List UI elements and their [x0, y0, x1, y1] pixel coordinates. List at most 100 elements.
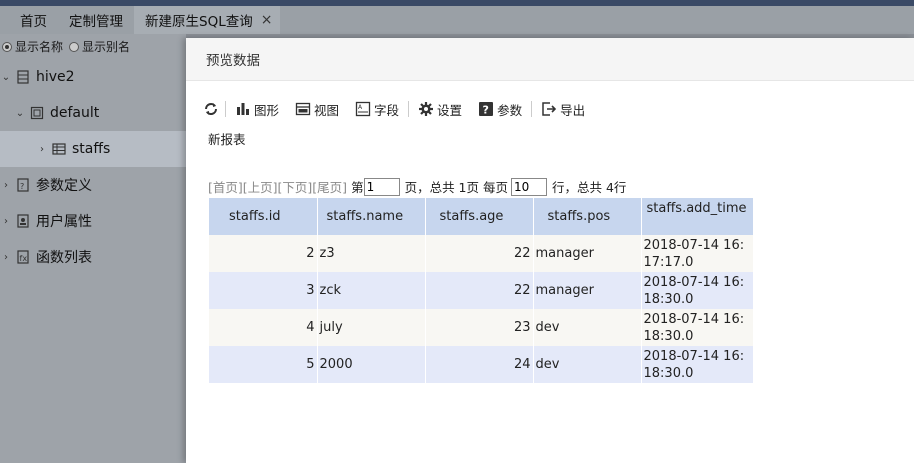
- pager-page-suffix: 页，总共 1页 每页: [404, 180, 508, 195]
- params-button[interactable]: ? 参数: [478, 100, 522, 119]
- table-cell: july: [317, 309, 426, 346]
- refresh-icon: [203, 101, 219, 117]
- tree-label: hive2: [36, 69, 75, 85]
- toolbar-separator: [225, 101, 226, 117]
- column-header[interactable]: staffs.add_time: [641, 198, 754, 235]
- pager-next-link[interactable]: [下页]: [278, 177, 313, 196]
- table-cell: 22: [425, 235, 534, 272]
- report-title: 新报表: [208, 132, 246, 147]
- bar-chart-icon: [235, 101, 251, 117]
- tree-item-user-attrs[interactable]: › 用户属性: [0, 203, 186, 239]
- tree-label: staffs: [72, 141, 111, 157]
- question-icon: ?: [478, 101, 494, 117]
- toolbar-label: 字段: [374, 102, 400, 118]
- chart-button[interactable]: 图形: [235, 100, 279, 119]
- radio-show-alias[interactable]: 显示别名: [69, 38, 130, 55]
- page-number-input[interactable]: [363, 177, 400, 196]
- table-cell: 2018-07-14 16:18:30.0: [641, 272, 754, 309]
- dialog-body: 图形 视图 A 字段 设置 ? 参数 导出 新报表 [首页] [上页] [下页] […: [197, 94, 914, 463]
- table-cell: 2018-07-14 16:18:30.0: [641, 346, 754, 383]
- table-cell: 2018-07-14 16:18:30.0: [641, 309, 754, 346]
- tree-item-functions[interactable]: › fx 函数列表: [0, 239, 186, 275]
- tab-label: 定制管理: [69, 14, 123, 30]
- chevron-down-icon[interactable]: ⌄: [14, 108, 26, 119]
- table-cell: 22: [425, 272, 534, 309]
- tab-custom-management[interactable]: 定制管理: [58, 6, 134, 34]
- svg-text:A: A: [358, 104, 363, 111]
- tree-item-hive2[interactable]: ⌄ hive2: [0, 59, 186, 95]
- export-icon: [541, 101, 557, 117]
- table-header-row: staffs.id staffs.name staffs.age staffs.…: [209, 198, 754, 235]
- table-row: 3 zck 22 manager 2018-07-14 16:18:30.0: [209, 272, 754, 309]
- toolbar-label: 设置: [437, 102, 463, 118]
- chevron-right-icon[interactable]: ›: [0, 252, 12, 263]
- radio-unchecked-icon: [69, 41, 80, 52]
- tree-label: 参数定义: [36, 178, 92, 194]
- close-icon[interactable]: ×: [261, 12, 273, 28]
- table-cell: 2: [209, 235, 318, 272]
- tab-new-sql-query[interactable]: 新建原生SQL查询 ×: [134, 6, 281, 34]
- tree-item-default[interactable]: ⌄ default: [0, 95, 186, 131]
- radio-show-name[interactable]: 显示名称: [2, 38, 63, 55]
- database-icon: [16, 70, 30, 84]
- table-cell: manager: [533, 235, 642, 272]
- fields-icon: A: [355, 101, 371, 117]
- preview-dialog: 预览数据 图形 视图 A 字段 设置 ? 参数 导出 新报表 [首页] [上页] […: [186, 38, 914, 463]
- tree-item-staffs[interactable]: › staffs: [0, 131, 186, 167]
- toolbar-separator: [408, 101, 410, 117]
- schema-icon: [30, 106, 44, 120]
- radio-label: 显示别名: [82, 40, 131, 54]
- table-cell: 5: [209, 346, 318, 383]
- table-cell: z3: [317, 235, 426, 272]
- chevron-right-icon[interactable]: ›: [0, 180, 12, 191]
- refresh-button[interactable]: [203, 101, 222, 117]
- radio-checked-icon: [2, 41, 12, 52]
- table-cell: 4: [209, 309, 318, 346]
- pager-size-suffix: 行，总共 4行: [551, 180, 627, 195]
- radio-label: 显示名称: [15, 40, 64, 54]
- chevron-down-icon[interactable]: ⌄: [0, 72, 12, 83]
- export-button[interactable]: 导出: [541, 100, 585, 119]
- table-row: 2 z3 22 manager 2018-07-14 16:17:17.0: [209, 235, 754, 272]
- chevron-right-icon[interactable]: ›: [36, 144, 48, 155]
- user-attr-icon: [16, 214, 30, 228]
- pager-last-link[interactable]: [尾页]: [312, 177, 347, 196]
- column-header[interactable]: staffs.age: [425, 198, 534, 235]
- table-cell: 23: [425, 309, 534, 346]
- table-cell: dev: [533, 309, 642, 346]
- table-icon: [52, 142, 66, 156]
- svg-text:fx: fx: [20, 254, 28, 263]
- table-cell: 2000: [317, 346, 426, 383]
- tree-item-params[interactable]: › ? 参数定义: [0, 167, 186, 203]
- toolbar: 图形 视图 A 字段 设置 ? 参数 导出: [203, 96, 601, 122]
- tree-label: 函数列表: [36, 250, 92, 266]
- fields-button[interactable]: A 字段: [355, 100, 399, 119]
- dialog-title: 预览数据: [206, 53, 260, 69]
- chevron-right-icon[interactable]: ›: [0, 216, 12, 227]
- settings-button[interactable]: 设置: [418, 100, 462, 119]
- table-cell: manager: [533, 272, 642, 309]
- table-cell: 24: [425, 346, 534, 383]
- tab-label: 新建原生SQL查询: [145, 14, 253, 30]
- param-icon: ?: [16, 178, 30, 192]
- dialog-header: 预览数据: [186, 38, 914, 81]
- tab-home[interactable]: 首页: [0, 6, 58, 34]
- toolbar-separator: [531, 101, 533, 117]
- tree-label: default: [50, 105, 100, 121]
- pager-first-link[interactable]: [首页]: [208, 177, 243, 196]
- sidebar: 显示名称 显示别名 ⌄ hive2 ⌄ default › staffs › ?…: [0, 34, 186, 463]
- toolbar-label: 参数: [497, 102, 523, 118]
- pager-prev-link[interactable]: [上页]: [243, 177, 278, 196]
- toolbar-label: 导出: [560, 102, 586, 118]
- table-row: 5 2000 24 dev 2018-07-14 16:18:30.0: [209, 346, 754, 383]
- view-button[interactable]: 视图: [295, 100, 339, 119]
- column-header[interactable]: staffs.pos: [533, 198, 642, 235]
- function-icon: fx: [16, 250, 30, 264]
- column-header[interactable]: staffs.name: [317, 198, 426, 235]
- table-cell: 3: [209, 272, 318, 309]
- page-size-input[interactable]: [510, 177, 547, 196]
- column-header[interactable]: staffs.id: [209, 198, 318, 235]
- svg-text:?: ?: [20, 182, 24, 191]
- table-cell: 2018-07-14 16:17:17.0: [641, 235, 754, 272]
- svg-text:?: ?: [483, 104, 489, 117]
